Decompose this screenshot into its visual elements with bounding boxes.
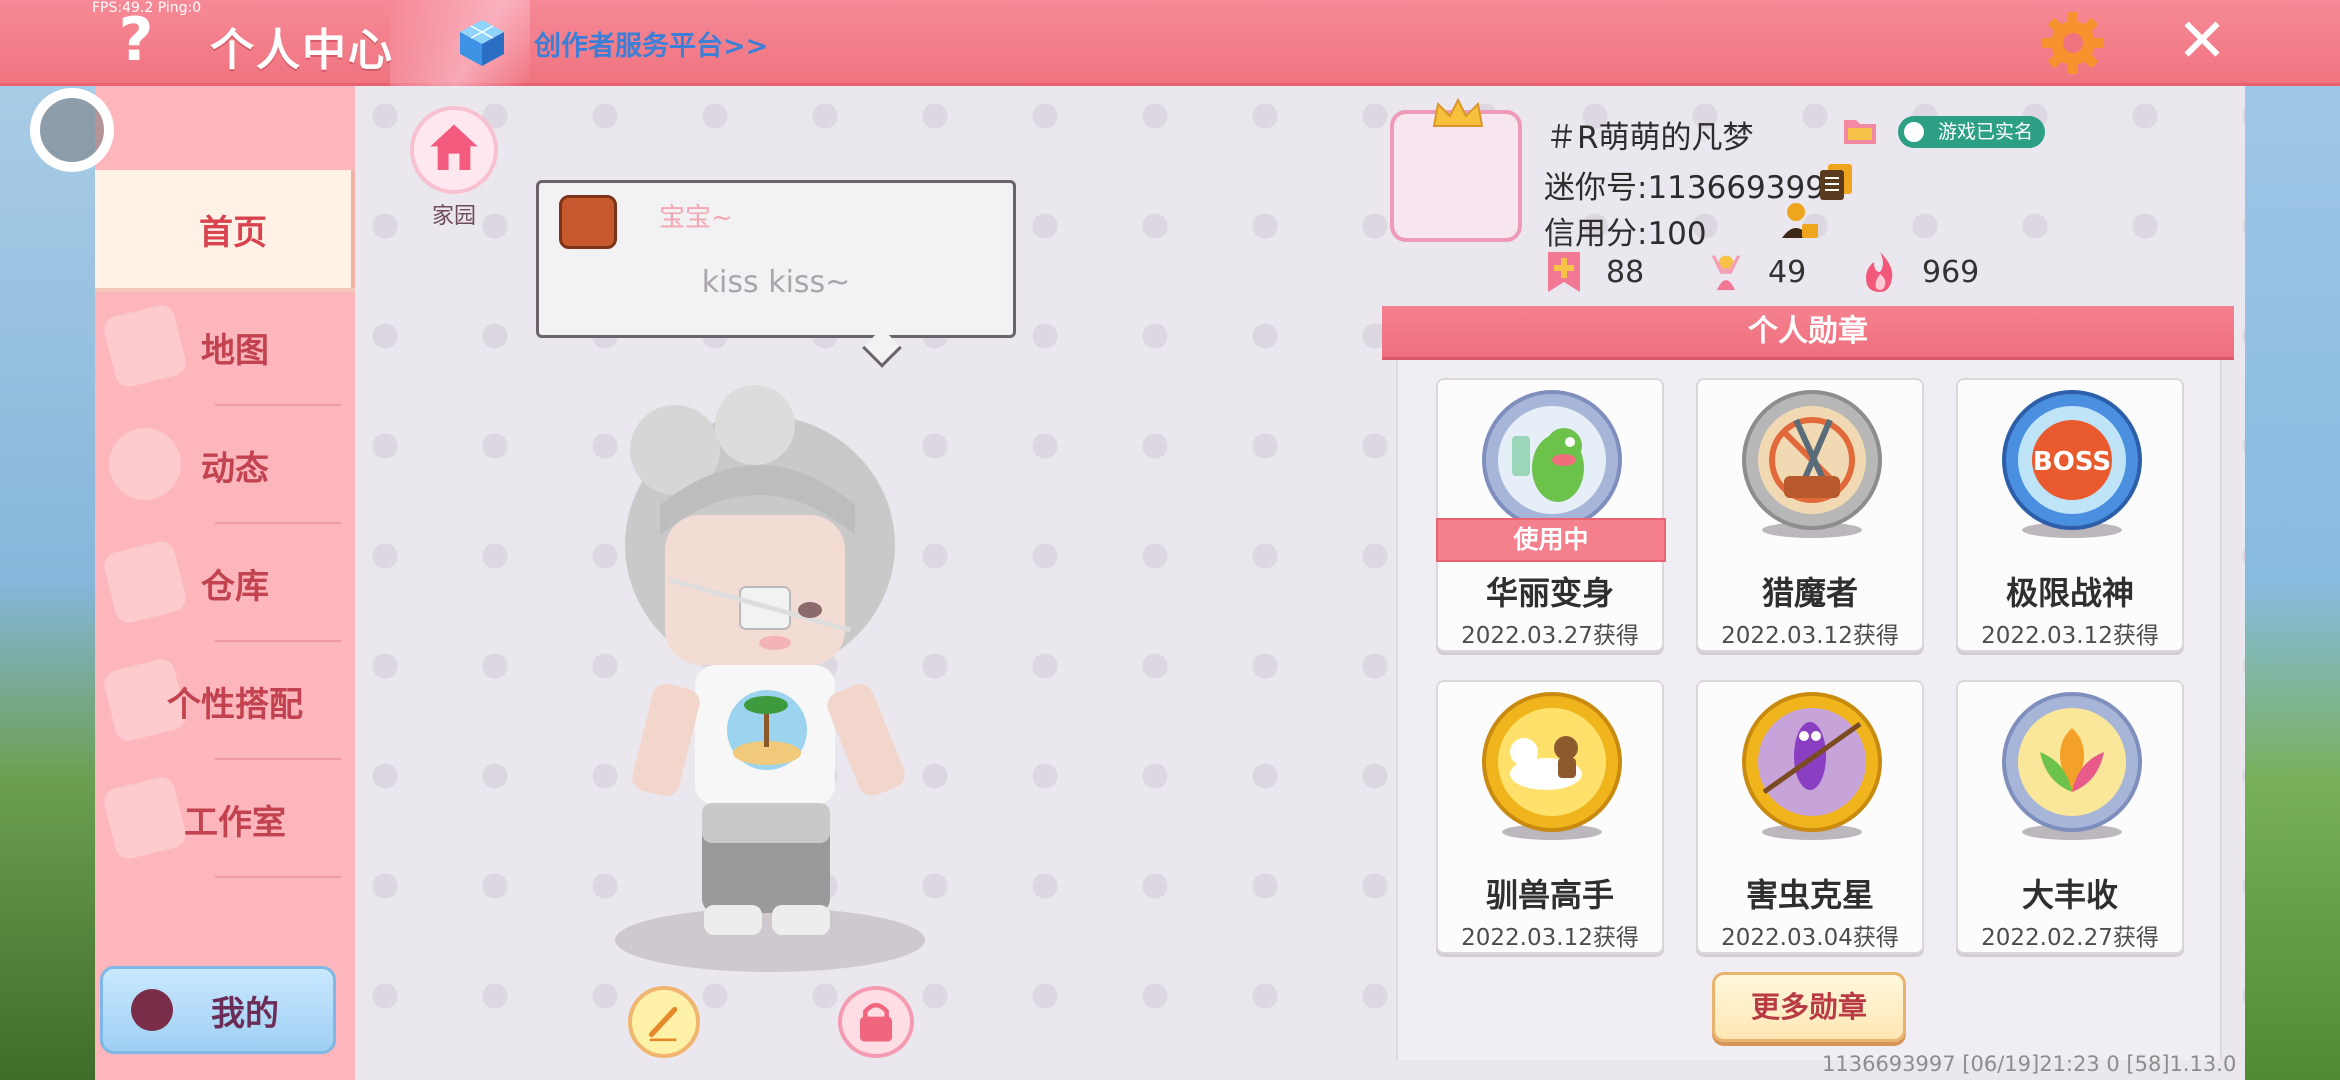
close-icon[interactable]: ✕ [2172, 10, 2232, 72]
medal-card[interactable]: 使用中 华丽变身 2022.03.27获得 [1436, 378, 1666, 652]
verified-badge[interactable]: 游戏已实名 [1898, 116, 2046, 148]
top-bar: FPS:49.2 Ping:0 ? 个人中心 创作者服务平台>> ✕ [0, 0, 2340, 86]
speech-bubble: 宝宝~ kiss kiss~ [536, 180, 1016, 338]
bell-icon [101, 420, 189, 508]
flame-icon [1866, 252, 1893, 292]
medal-date: 2022.03.04获得 [1721, 925, 1899, 951]
medal-card[interactable]: 害虫克星 2022.03.04获得 [1696, 680, 1924, 954]
sidebar-item-studio[interactable]: 工作室 [95, 760, 355, 878]
nickname: ＃R萌萌的凡梦 [1546, 120, 1754, 156]
background-right [2245, 86, 2340, 1080]
medal-card[interactable]: 驯兽高手 2022.03.12获得 [1436, 680, 1664, 954]
medal-card[interactable]: BOSS 极限战神 2022.03.12获得 [1956, 378, 2184, 652]
avatar [131, 989, 173, 1031]
edit-icon[interactable] [628, 986, 700, 1058]
stat-favorites: 88 [1544, 250, 1644, 294]
worm-medal-icon [1742, 692, 1882, 840]
svg-text:BOSS: BOSS [2033, 447, 2111, 477]
avatar-character[interactable] [580, 385, 950, 975]
my-label: 我的 [211, 993, 279, 1034]
medal-name: 害虫克星 [1745, 876, 1874, 914]
medal-card[interactable]: 猎魔者 2022.03.12获得 [1696, 378, 1924, 652]
sidebar-item-label: 仓库 [201, 566, 269, 607]
sidebar-item-home[interactable]: 首页 [95, 170, 355, 288]
medal-date: 2022.02.27获得 [1981, 925, 2159, 951]
footer-info: 1136693997 [06/19]21:23 0 [58]1.13.0 [1822, 1052, 2237, 1076]
gear-icon[interactable] [2040, 10, 2106, 76]
page-title: 个人中心 [210, 25, 394, 76]
stat-value: 969 [1922, 254, 1980, 290]
medal-name: 华丽变身 [1485, 574, 1614, 612]
crown-icon [1432, 98, 1484, 127]
map-icon [101, 302, 189, 390]
horse-medal-icon [1482, 692, 1622, 840]
medal-date: 2022.03.27获得 [1461, 623, 1639, 649]
stat-popularity: 969 [1860, 250, 1979, 294]
stat-value: 88 [1606, 254, 1645, 290]
bookmark-plus-icon [1548, 252, 1580, 292]
medal-name: 大丰收 [2021, 876, 2118, 914]
sidebar-item-label: 首页 [199, 212, 267, 253]
lock-icon[interactable] [838, 986, 914, 1058]
bubble-avatar [559, 195, 617, 249]
my-button[interactable]: 我的 [100, 966, 336, 1054]
sidebar-item-outfit[interactable]: 个性搭配 [95, 642, 355, 760]
sidebar-item-label: 个性搭配 [167, 684, 303, 725]
medal-date: 2022.03.12获得 [1721, 623, 1899, 649]
folder-icon[interactable] [1842, 114, 1878, 146]
divider [215, 876, 341, 878]
verified-label: 游戏已实名 [1938, 121, 2034, 143]
medal-name: 驯兽高手 [1485, 876, 1614, 914]
sidebar-item-feed[interactable]: 动态 [95, 406, 355, 524]
person-card-icon[interactable] [1780, 200, 1820, 242]
copy-icon[interactable] [1818, 162, 1854, 202]
medals-header: 个人勋章 [1382, 306, 2234, 360]
profile-avatar[interactable] [1390, 110, 1522, 242]
stat-value: 49 [1768, 254, 1807, 290]
home-label: 家园 [431, 204, 476, 229]
cheer-icon [1711, 255, 1741, 291]
more-medals-button[interactable]: 更多勋章 [1712, 972, 1906, 1042]
bubble-text: kiss kiss~ [701, 265, 851, 300]
sidebar-item-label: 动态 [201, 448, 269, 489]
person-check-icon [1902, 120, 1926, 144]
warehouse-icon [101, 538, 189, 626]
creator-platform-link[interactable]: 创作者服务平台>> [534, 24, 768, 63]
sword-shield-medal-icon [1742, 390, 1882, 538]
floating-assist-button[interactable] [30, 88, 114, 172]
in-use-badge: 使用中 [1436, 518, 1666, 562]
stat-cheers: 49 [1706, 250, 1806, 294]
help-icon[interactable]: ? [110, 8, 162, 72]
cube-icon[interactable] [458, 18, 506, 68]
studio-icon [101, 774, 189, 862]
boss-medal-icon: BOSS [2002, 390, 2142, 538]
medal-date: 2022.03.12获得 [1461, 925, 1639, 951]
sidebar-item-label: 工作室 [184, 802, 286, 843]
medal-card[interactable]: 大丰收 2022.02.27获得 [1956, 680, 2184, 954]
background-left [0, 86, 95, 1080]
credit-score: 信用分:100 [1544, 216, 1707, 252]
sidebar-item-warehouse[interactable]: 仓库 [95, 524, 355, 642]
house-icon[interactable] [410, 106, 498, 194]
sidebar-item-label: 地图 [201, 330, 269, 371]
medal-name: 猎魔者 [1761, 574, 1858, 612]
medal-name: 极限战神 [2005, 574, 2134, 612]
harvest-medal-icon [2002, 692, 2142, 840]
bubble-name: 宝宝~ [659, 203, 733, 233]
medal-date: 2022.03.12获得 [1981, 623, 2159, 649]
sidebar-item-map[interactable]: 地图 [95, 288, 355, 406]
